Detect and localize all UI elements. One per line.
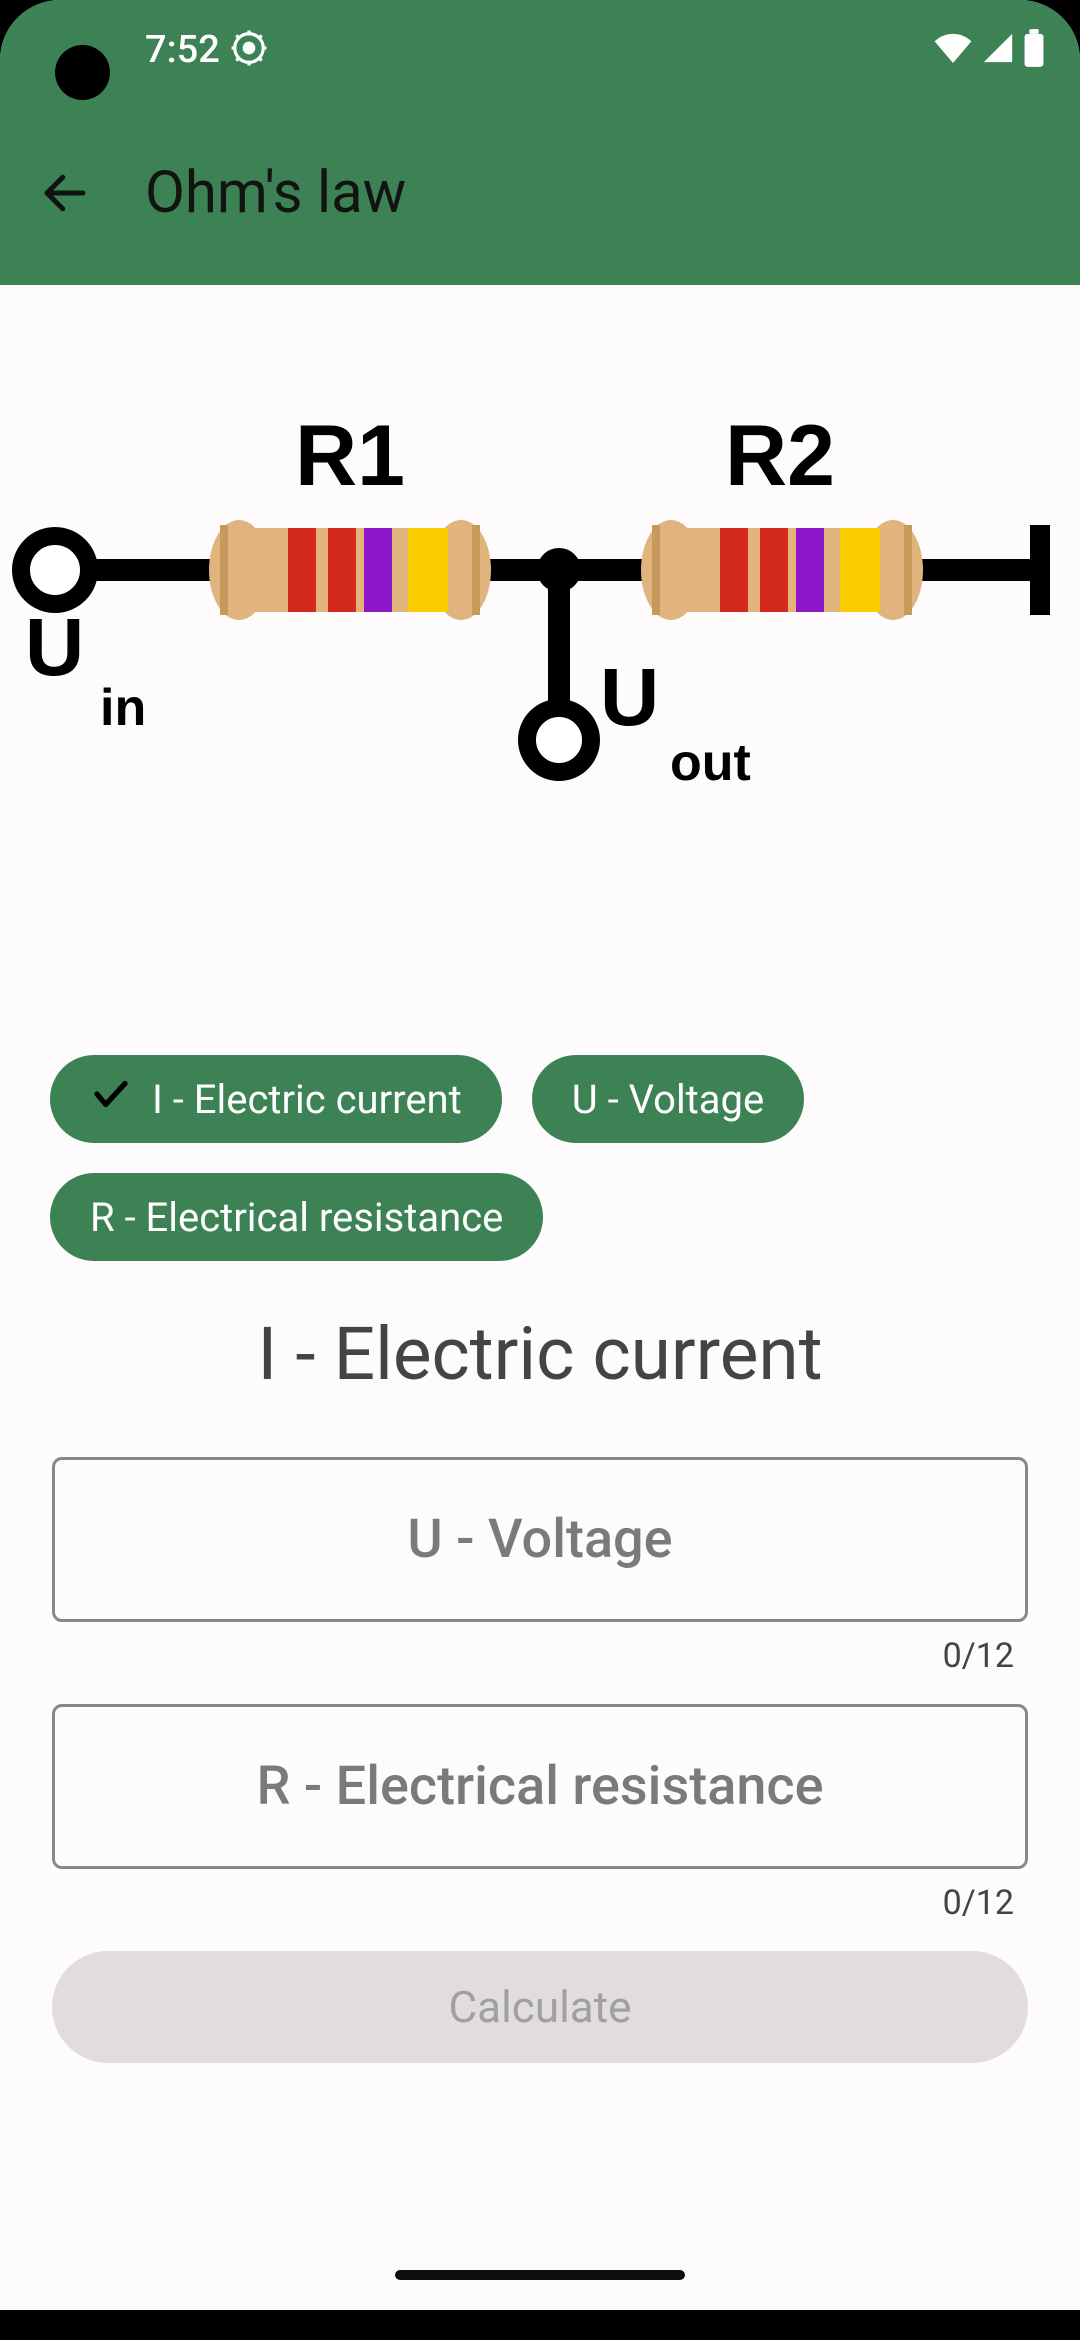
- calculate-label: Calculate: [449, 1981, 632, 2033]
- calculate-button[interactable]: Calculate: [52, 1951, 1028, 2063]
- chip-label: I - Electric current: [152, 1076, 462, 1123]
- r1-label: R1: [295, 408, 405, 504]
- resistance-input[interactable]: R - Electrical resistance: [52, 1704, 1028, 1869]
- voltage-input-placeholder: U - Voltage: [407, 1508, 672, 1571]
- selected-mode-title: I - Electric current: [0, 1311, 1080, 1397]
- wifi-icon: [933, 31, 973, 69]
- signal-icon: [981, 31, 1015, 69]
- check-icon: [90, 1073, 132, 1125]
- circuit-diagram: R1 R2 U: [0, 285, 1080, 1055]
- arrow-left-icon: [38, 166, 92, 220]
- nav-handle[interactable]: [395, 2270, 685, 2280]
- uout-label-suffix: out: [670, 734, 751, 792]
- app-bar: Ohm's law: [0, 100, 1080, 285]
- chip-electric-current[interactable]: I - Electric current: [50, 1055, 502, 1143]
- chip-group: I - Electric current U - Voltage R - Ele…: [0, 1055, 1080, 1261]
- status-bar: 7:52: [0, 0, 1080, 100]
- camera-hole: [55, 45, 110, 100]
- uout-label-u: U: [600, 652, 659, 743]
- voltage-input[interactable]: U - Voltage: [52, 1457, 1028, 1622]
- chip-label: U - Voltage: [572, 1076, 764, 1123]
- voltage-char-count: 0/12: [0, 1636, 1014, 1676]
- status-time: 7:52: [145, 28, 220, 72]
- gear-icon: [230, 29, 268, 71]
- content-area: R1 R2 U: [0, 285, 1080, 2063]
- resistance-input-placeholder: R - Electrical resistance: [257, 1755, 824, 1818]
- battery-icon: [1023, 29, 1045, 71]
- voltage-input-group: U - Voltage: [0, 1457, 1080, 1622]
- resistance-char-count: 0/12: [0, 1883, 1014, 1923]
- circuit-svg: R1 R2 U: [0, 345, 1080, 865]
- uin-label-u: U: [25, 602, 84, 693]
- r2-label: R2: [725, 408, 835, 504]
- chip-label: R - Electrical resistance: [90, 1194, 503, 1241]
- resistance-input-group: R - Electrical resistance: [0, 1704, 1080, 1869]
- page-title: Ohm's law: [145, 159, 406, 227]
- chip-voltage[interactable]: U - Voltage: [532, 1055, 804, 1143]
- uin-label-suffix: in: [100, 679, 146, 737]
- back-button[interactable]: [30, 158, 100, 228]
- chip-electrical-resistance[interactable]: R - Electrical resistance: [50, 1173, 543, 1261]
